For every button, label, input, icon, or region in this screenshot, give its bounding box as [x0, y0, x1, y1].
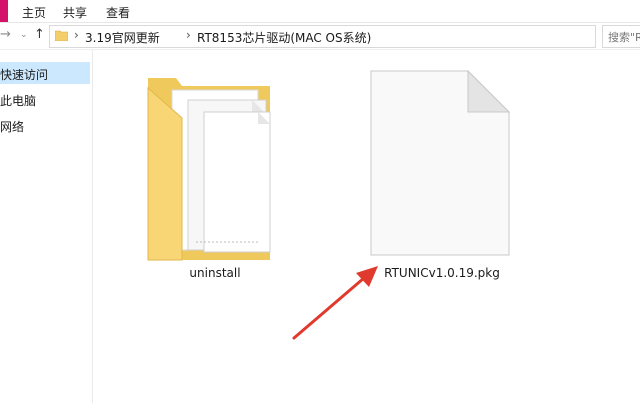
tab-share[interactable]: 共享	[63, 4, 87, 21]
tab-view[interactable]: 查看	[106, 4, 130, 21]
sidebar-item-this-pc[interactable]: 此电脑	[0, 88, 90, 110]
sidebar-item-label: 网络	[0, 120, 25, 134]
address-row: → ⌄ ↑ › 3.19官网更新 › RT8153芯片驱动(MAC OS系统) …	[0, 23, 640, 50]
ribbon: 主页 共享 查看	[0, 0, 640, 23]
folder-icon	[147, 78, 271, 261]
sidebar-item-label: 此电脑	[0, 94, 37, 108]
sidebar-item-network[interactable]: 网络	[0, 114, 90, 136]
sidebar-item-label: 快速访问	[0, 68, 49, 82]
search-input[interactable]: 搜索"R	[602, 25, 640, 48]
annotation-arrow-icon	[292, 266, 378, 340]
history-chevron-icon[interactable]: ⌄	[20, 30, 28, 40]
file-name-label: uninstall	[189, 266, 241, 280]
file-item[interactable]: RTUNICv1.0.19.pkg	[352, 64, 532, 294]
forward-icon[interactable]: →	[0, 27, 11, 42]
folder-icon	[55, 30, 68, 41]
crumb-separator-icon: ›	[186, 28, 191, 42]
address-bar[interactable]: › 3.19官网更新 › RT8153芯片驱动(MAC OS系统) ⌄ ↻	[49, 25, 636, 48]
folder-item[interactable]: uninstall	[130, 66, 300, 296]
navigation-pane: 快速访问 此电脑 网络	[0, 50, 93, 403]
search-placeholder: 搜索"R	[608, 31, 640, 44]
breadcrumb-item[interactable]: 3.19官网更新	[85, 29, 160, 46]
file-tab[interactable]	[0, 0, 8, 22]
sidebar-item-quick-access[interactable]: 快速访问	[0, 62, 90, 84]
breadcrumb-item[interactable]: RT8153芯片驱动(MAC OS系统)	[197, 29, 371, 46]
tab-home[interactable]: 主页	[22, 4, 46, 21]
up-icon[interactable]: ↑	[34, 27, 45, 42]
file-icon	[370, 70, 510, 256]
crumb-separator-icon: ›	[74, 28, 79, 42]
